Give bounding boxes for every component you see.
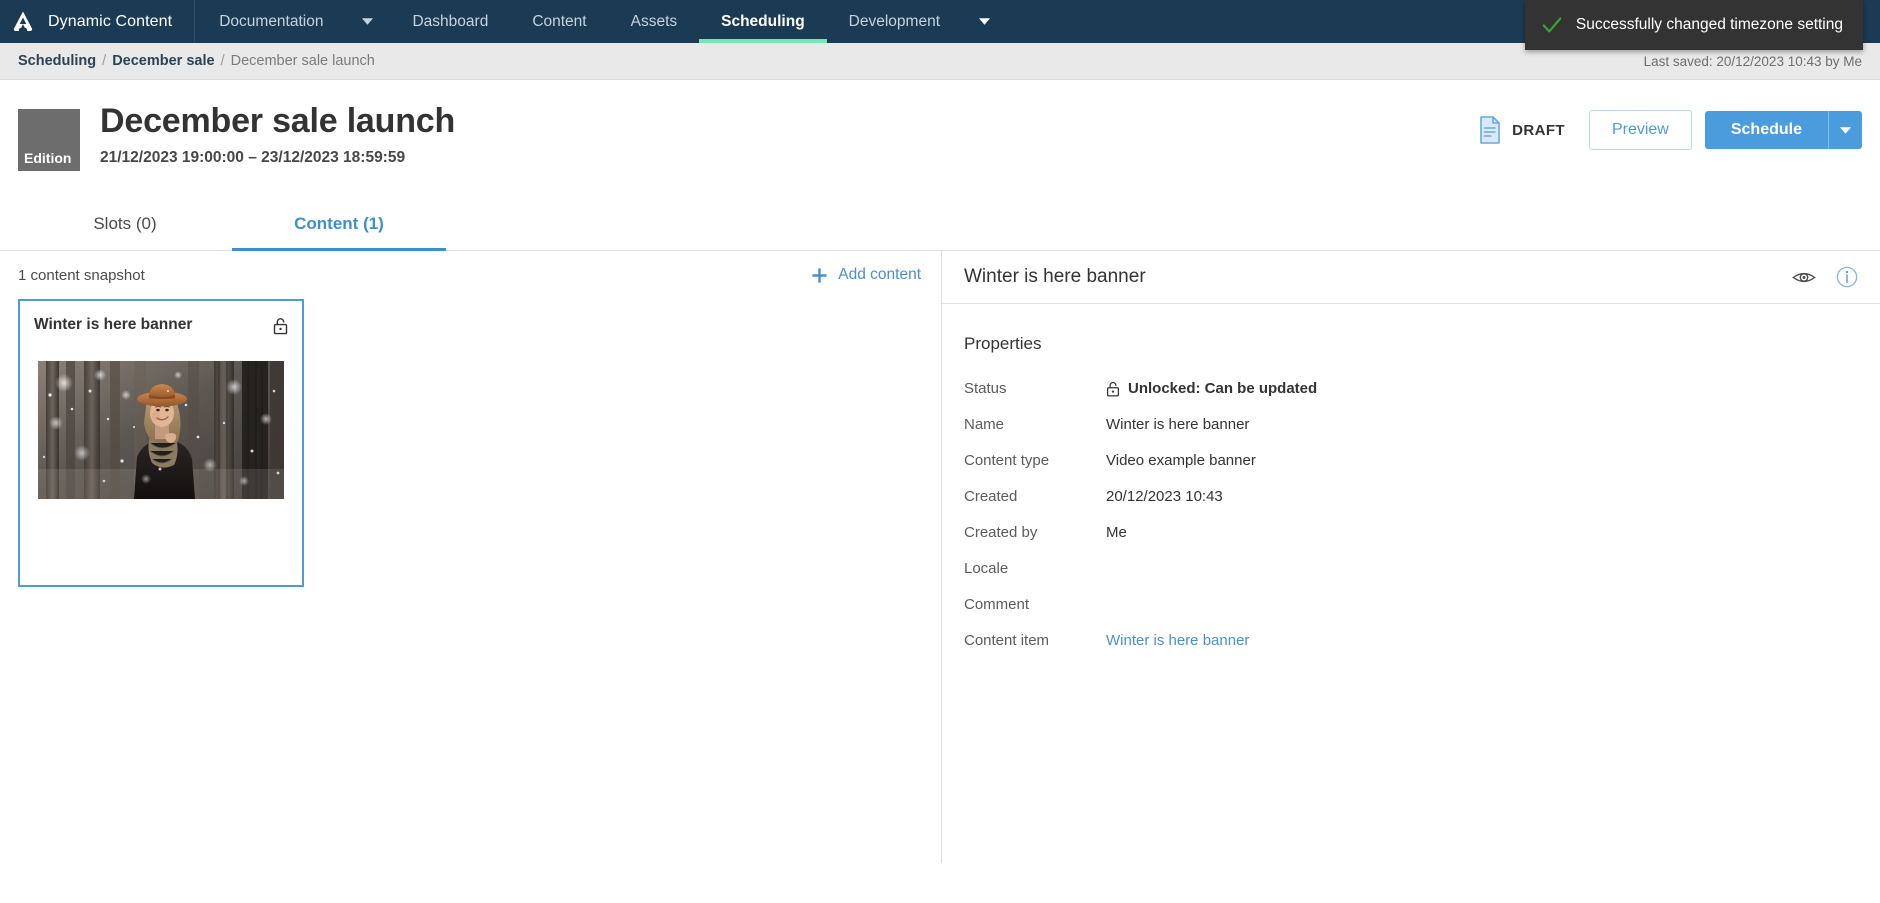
page-header: Edition December sale launch 21/12/2023 … — [0, 80, 1880, 198]
nav-item-label: Development — [848, 12, 940, 30]
properties-pane-title: Winter is here banner — [964, 266, 1146, 287]
documentation-chevron-down-icon[interactable] — [345, 0, 390, 43]
schedule-button-group: Schedule — [1704, 111, 1862, 149]
property-value-text: Unlocked: Can be updated — [1128, 380, 1318, 397]
schedule-dropdown-chevron-down-icon[interactable] — [1828, 111, 1862, 149]
property-label: Content item — [964, 632, 1050, 649]
title-block: December sale launch 21/12/2023 19:00:00… — [100, 102, 455, 167]
property-label: Created by — [964, 524, 1038, 541]
development-chevron-down-icon[interactable] — [962, 0, 1007, 43]
tab-label: Content (1) — [294, 214, 384, 233]
header-actions: DRAFT Preview Schedule — [1478, 110, 1862, 150]
lock-open-icon[interactable] — [273, 317, 288, 335]
breadcrumb-item-scheduling[interactable]: Scheduling — [18, 53, 96, 69]
add-content-label: Add content — [838, 266, 921, 283]
content-card-title: Winter is here banner — [34, 316, 193, 333]
tab-bar: Slots (0) Content (1) — [0, 198, 1880, 251]
property-row-comment: Comment — [964, 596, 1858, 613]
property-value: Me — [1106, 524, 1127, 541]
property-label: Locale — [964, 560, 1009, 577]
tab-slots[interactable]: Slots (0) — [18, 198, 232, 250]
properties-pane-header: Winter is here banner — [942, 251, 1880, 304]
status-label: DRAFT — [1512, 121, 1565, 139]
brand-home-link[interactable]: Dynamic Content — [0, 0, 196, 43]
property-row-locale: Locale — [964, 560, 1858, 577]
properties-section-title: Properties — [964, 334, 1042, 353]
properties-list: Properties Status Unlocked: Can be updat… — [942, 304, 1880, 668]
tab-label: Slots (0) — [93, 214, 157, 233]
toast-message: Successfully changed timezone setting — [1575, 16, 1843, 33]
content-list-toolbar: 1 content snapshot Add content — [0, 251, 941, 299]
breadcrumb-separator: / — [220, 53, 225, 69]
content-card-grid: Winter is here banner — [0, 299, 941, 587]
content-card[interactable]: Winter is here banner — [18, 299, 304, 587]
nav-item-documentation[interactable]: Documentation — [195, 0, 345, 43]
property-label: Created — [964, 488, 1018, 505]
property-label: Name — [964, 416, 1005, 433]
properties-pane: Winter is here banner Properties Status … — [942, 251, 1880, 863]
content-card-header: Winter is here banner — [20, 301, 302, 335]
edition-date-range: 21/12/2023 19:00:00 – 23/12/2023 18:59:5… — [100, 149, 406, 167]
property-value: 20/12/2023 10:43 — [1106, 488, 1223, 505]
property-row-name: Name Winter is here banner — [964, 416, 1858, 433]
property-value: Video example banner — [1106, 452, 1256, 469]
property-value: Winter is here banner — [1106, 416, 1250, 433]
property-row-created: Created 20/12/2023 10:43 — [964, 488, 1858, 505]
amplience-logo-icon — [10, 9, 36, 35]
page-title: December sale launch — [100, 102, 456, 140]
document-icon — [1478, 116, 1502, 144]
edition-type-badge: Edition — [18, 109, 80, 171]
breadcrumb-item-current: December sale launch — [230, 53, 375, 69]
preview-button[interactable]: Preview — [1588, 110, 1692, 150]
properties-pane-actions — [1792, 266, 1858, 288]
add-content-button[interactable]: Add content — [811, 266, 921, 284]
body-split: 1 content snapshot Add content Winter is… — [0, 251, 1880, 863]
nav-item-assets[interactable]: Assets — [609, 0, 700, 43]
property-row-status: Status Unlocked: Can be updated — [964, 380, 1858, 397]
content-card-thumbnail — [38, 361, 284, 499]
tab-content[interactable]: Content (1) — [232, 198, 446, 251]
top-navigation-bar: Dynamic Content Documentation Dashboard … — [0, 0, 1880, 50]
nav-item-label: Scheduling — [721, 12, 805, 30]
nav-item-development[interactable]: Development — [827, 0, 962, 43]
snapshot-count-label: 1 content snapshot — [18, 266, 145, 284]
eye-icon[interactable] — [1792, 269, 1816, 286]
property-row-content-item: Content item Winter is here banner — [964, 632, 1858, 649]
lock-open-icon — [1106, 381, 1120, 397]
content-item-link[interactable]: Winter is here banner — [1106, 632, 1249, 649]
nav-items: Documentation Dashboard Content Assets S… — [195, 0, 1007, 43]
breadcrumb-item-december-sale[interactable]: December sale — [112, 53, 214, 69]
plus-icon — [811, 267, 828, 284]
property-label: Comment — [964, 596, 1030, 613]
property-label: Status — [964, 380, 1007, 397]
check-icon — [1541, 14, 1563, 36]
schedule-button[interactable]: Schedule — [1704, 111, 1828, 149]
status-badge: DRAFT — [1478, 116, 1565, 144]
nav-item-label: Assets — [630, 12, 678, 30]
brand-name: Dynamic Content — [48, 12, 173, 30]
nav-item-label: Dashboard — [412, 12, 489, 30]
last-saved-text: Last saved: 20/12/2023 10:43 by Me — [1643, 53, 1862, 69]
nav-item-content[interactable]: Content — [510, 0, 608, 43]
edition-badge-label: Edition — [24, 150, 72, 166]
property-row-content-type: Content type Video example banner — [964, 452, 1858, 469]
property-row-created-by: Created by Me — [964, 524, 1858, 541]
toast-notification: Successfully changed timezone setting — [1524, 0, 1863, 50]
breadcrumb-separator: / — [102, 53, 107, 69]
property-label: Content type — [964, 452, 1050, 469]
content-list-pane: 1 content snapshot Add content Winter is… — [0, 251, 942, 863]
nav-item-label: Content — [532, 12, 587, 30]
property-value: Unlocked: Can be updated — [1106, 380, 1317, 397]
nav-item-dashboard[interactable]: Dashboard — [390, 0, 510, 43]
nav-item-label: Documentation — [219, 12, 324, 30]
info-icon[interactable] — [1836, 266, 1858, 288]
nav-item-scheduling[interactable]: Scheduling — [699, 0, 827, 43]
